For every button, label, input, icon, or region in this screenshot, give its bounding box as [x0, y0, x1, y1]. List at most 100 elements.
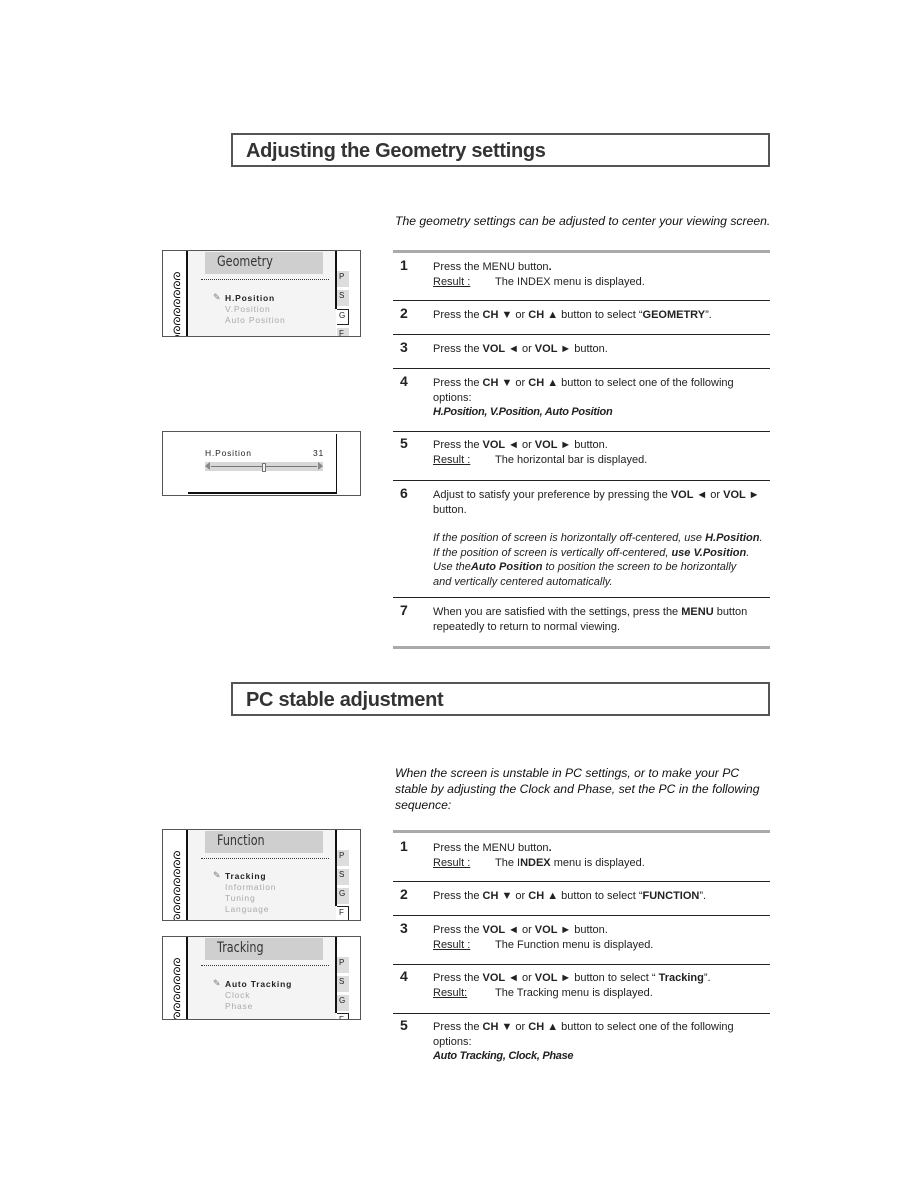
menu-tab-f[interactable]: F	[337, 906, 349, 920]
step-number: 4	[400, 968, 408, 984]
section-title: Adjusting the Geometry settings	[246, 140, 546, 162]
text-run: or	[518, 924, 535, 936]
menu-tab-p[interactable]: P	[337, 850, 349, 866]
text-run: Press the	[433, 924, 483, 936]
step-text: Press the CH ▼ or CH ▲ button to select …	[433, 308, 773, 323]
divider	[393, 1013, 770, 1014]
menu-item[interactable]: Tuning	[225, 893, 255, 903]
text-run: or	[512, 890, 529, 902]
section-header-pc: PC stable adjustment	[231, 682, 770, 716]
text-run: button.	[433, 503, 467, 516]
step-note: If the position of screen is horizontall…	[433, 531, 773, 589]
step-result: Result : The horizontal bar is displayed.	[433, 453, 773, 468]
emphasis: VOL ◄	[482, 924, 519, 936]
section-intro: The geometry settings can be adjusted to…	[395, 214, 771, 228]
menu-title: Tracking	[217, 940, 264, 956]
menu-tab-g[interactable]: G	[337, 995, 349, 1011]
emphasis: VOL ◄	[670, 489, 708, 501]
menu-tab-s[interactable]: S	[337, 869, 349, 885]
section-intro: When the screen is unstable in PC settin…	[395, 766, 760, 812]
result-text: The INDEX menu is displayed.	[495, 275, 645, 288]
menu-tab-g[interactable]: G	[337, 309, 349, 325]
step-number: 7	[400, 602, 408, 618]
binder-rings-icon: ᘓ ᘓ ᘓ ᘓ ᘓ ᘓ ᘓ ᘓ	[173, 957, 181, 1020]
menu-item[interactable]: Language	[225, 904, 269, 914]
emphasis: VOL ►	[723, 489, 760, 501]
step-options: H.Position, V.Position, Auto Position	[433, 406, 613, 418]
text-run: or	[512, 309, 529, 321]
note-line: If the position of screen is vertically …	[433, 546, 773, 561]
divider	[393, 300, 770, 301]
emphasis: CH ▼	[482, 1021, 513, 1033]
emphasis: VOL ►	[534, 924, 572, 936]
text-run: Adjust to satisfy your preference by pre…	[433, 489, 671, 501]
text-run: Press the	[433, 309, 483, 321]
emphasis: Auto Position	[470, 561, 543, 573]
menu-item[interactable]: Phase	[225, 1001, 253, 1011]
step-result: Result: The Tracking menu is displayed.	[433, 986, 773, 1001]
menu-tab-f[interactable]: F	[337, 328, 349, 336]
note-line: If the position of screen is horizontall…	[433, 531, 773, 546]
divider	[393, 646, 770, 649]
step-text: Press the MENU button. Result : The INDEX …	[433, 841, 773, 870]
result-text: The horizontal bar is displayed.	[495, 453, 648, 466]
menu-item[interactable]: Auto Position	[225, 315, 286, 325]
emphasis: VOL ◄	[482, 972, 519, 984]
step-text: Press the VOL ◄ or VOL ► button. Result :…	[433, 923, 773, 952]
menu-tab-f[interactable]: F	[337, 1013, 349, 1019]
emphasis: .	[548, 261, 552, 273]
menu-tab-s[interactable]: S	[337, 290, 349, 306]
menu-title: Geometry	[217, 254, 273, 270]
emphasis: FUNCTION	[642, 890, 700, 902]
dotted-divider	[201, 858, 329, 859]
text-run: and vertically centered automatically.	[433, 575, 613, 588]
text-run: ”.	[703, 972, 711, 984]
step-text: Press the VOL ◄ or VOL ► button to selec…	[433, 971, 773, 1000]
menu-tab-s[interactable]: S	[337, 976, 349, 992]
step-result: Result : The Function menu is displayed.	[433, 938, 773, 953]
step-instruction: Press the CH ▼ or CH ▲ button to select …	[433, 1020, 773, 1049]
text-run: or	[512, 377, 529, 389]
step-number: 5	[400, 435, 408, 451]
note-line: Use theAuto Position to position the scr…	[433, 560, 773, 575]
menu-item[interactable]: Auto Tracking	[225, 979, 292, 989]
divider	[393, 597, 770, 598]
pencil-icon: ✎	[213, 870, 221, 880]
emphasis: .	[548, 842, 552, 854]
text-run: If the position of screen is vertically …	[433, 546, 672, 559]
divider	[393, 964, 770, 965]
step-options: Auto Tracking, Clock, Phase	[433, 1050, 574, 1062]
text-run: or	[512, 1021, 529, 1033]
menu-item[interactable]: H.Position	[225, 293, 275, 303]
step-instruction: Press the VOL ◄ or VOL ► button.	[433, 438, 773, 453]
text-run: .	[759, 532, 763, 544]
text-run: Press the	[433, 1021, 483, 1033]
step-result: Result : The INDEX menu is displayed.	[433, 275, 773, 290]
menu-tab-p[interactable]: P	[337, 271, 349, 287]
step-text: Press the MENU button. Result : The INDEX …	[433, 260, 773, 289]
step-text: Press the CH ▼ or CH ▲ button to select …	[433, 1020, 773, 1064]
dotted-divider	[201, 279, 329, 280]
step-number: 6	[400, 485, 408, 501]
emphasis: NDEX	[520, 856, 551, 869]
emphasis: VOL ◄	[482, 439, 519, 451]
text-run: The I	[495, 856, 521, 869]
step-text: Adjust to satisfy your preference by pre…	[433, 488, 773, 589]
menu-item[interactable]: Information	[225, 882, 276, 892]
menu-tab-g[interactable]: G	[337, 888, 349, 904]
emphasis: use V.Position	[671, 546, 747, 559]
result-label: Result :	[433, 275, 471, 288]
menu-item[interactable]: V.Position	[225, 304, 271, 314]
text-run: button.	[571, 439, 608, 451]
menu-tab-p[interactable]: P	[337, 957, 349, 973]
emphasis: VOL ►	[534, 972, 572, 984]
dotted-divider	[201, 965, 329, 966]
text-run: .	[746, 546, 750, 559]
step-number: 5	[400, 1017, 408, 1033]
emphasis: CH ▼	[482, 309, 513, 321]
menu-item[interactable]: Clock	[225, 990, 250, 1000]
bar-panel: H.Position 31	[188, 434, 337, 494]
menu-title-bar: Tracking	[205, 938, 323, 960]
menu-item[interactable]: Tracking	[225, 871, 266, 881]
step-instruction: Press the VOL ◄ or VOL ► button.	[433, 342, 773, 357]
